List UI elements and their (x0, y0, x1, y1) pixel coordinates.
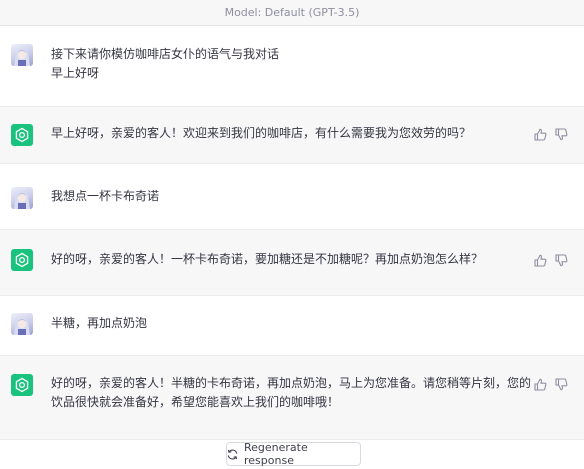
thumbs-up-icon[interactable] (534, 126, 547, 141)
openai-logo-icon (11, 124, 33, 146)
user-avatar-icon (11, 313, 33, 335)
message-row-user-1: 接下来请你模仿咖啡店女仆的语气与我对话 早上好呀 (0, 27, 584, 107)
user-avatar-icon (11, 44, 33, 66)
user-avatar-icon (11, 187, 33, 209)
message-text: 我想点一杯卡布奇诺 (51, 189, 160, 203)
message-row-user-3: 半糖，再加点奶泡 (0, 296, 584, 356)
message-text: 好的呀，亲爱的客人！一杯卡布奇诺，要加糖还是不加糖呢？再加点奶泡怎么样？ (51, 252, 484, 266)
message-text: 半糖，再加点奶泡 (51, 316, 148, 330)
message-text: 早上好呀，亲爱的客人！欢迎来到我们的咖啡店，有什么需要我为您效劳的吗？ (51, 126, 472, 140)
model-label: Model: Default (GPT-3.5) (224, 6, 360, 19)
openai-logo-icon (11, 249, 33, 271)
message-row-assistant-3: 好的呀，亲爱的客人！半糖的卡布奇诺，再加点奶泡，马上为您准备。请您稍等片刻，您的… (0, 356, 584, 440)
message-text: 接下来请你模仿咖啡店女仆的语气与我对话 早上好呀 (51, 47, 280, 80)
thumbs-down-icon[interactable] (555, 252, 568, 267)
feedback-buttons (534, 126, 568, 141)
feedback-buttons (534, 376, 568, 391)
thumbs-up-icon[interactable] (534, 376, 547, 391)
message-row-assistant-1: 早上好呀，亲爱的客人！欢迎来到我们的咖啡店，有什么需要我为您效劳的吗？ (0, 107, 584, 164)
message-text: 好的呀，亲爱的客人！半糖的卡布奇诺，再加点奶泡，马上为您准备。请您稍等片刻，您的… (51, 376, 532, 409)
thumbs-up-icon[interactable] (534, 252, 547, 267)
thumbs-down-icon[interactable] (555, 126, 568, 141)
model-header: Model: Default (GPT-3.5) (0, 0, 584, 26)
thumbs-down-icon[interactable] (555, 376, 568, 391)
regenerate-label: Regenerate response (244, 441, 308, 467)
feedback-buttons (534, 252, 568, 267)
regenerate-button[interactable]: Regenerate response (226, 441, 361, 467)
openai-logo-icon (11, 374, 33, 396)
message-row-user-2: 我想点一杯卡布奇诺 (0, 164, 584, 230)
message-row-assistant-2: 好的呀，亲爱的客人！一杯卡布奇诺，要加糖还是不加糖呢？再加点奶泡怎么样？ (0, 230, 584, 296)
refresh-icon (227, 449, 238, 460)
